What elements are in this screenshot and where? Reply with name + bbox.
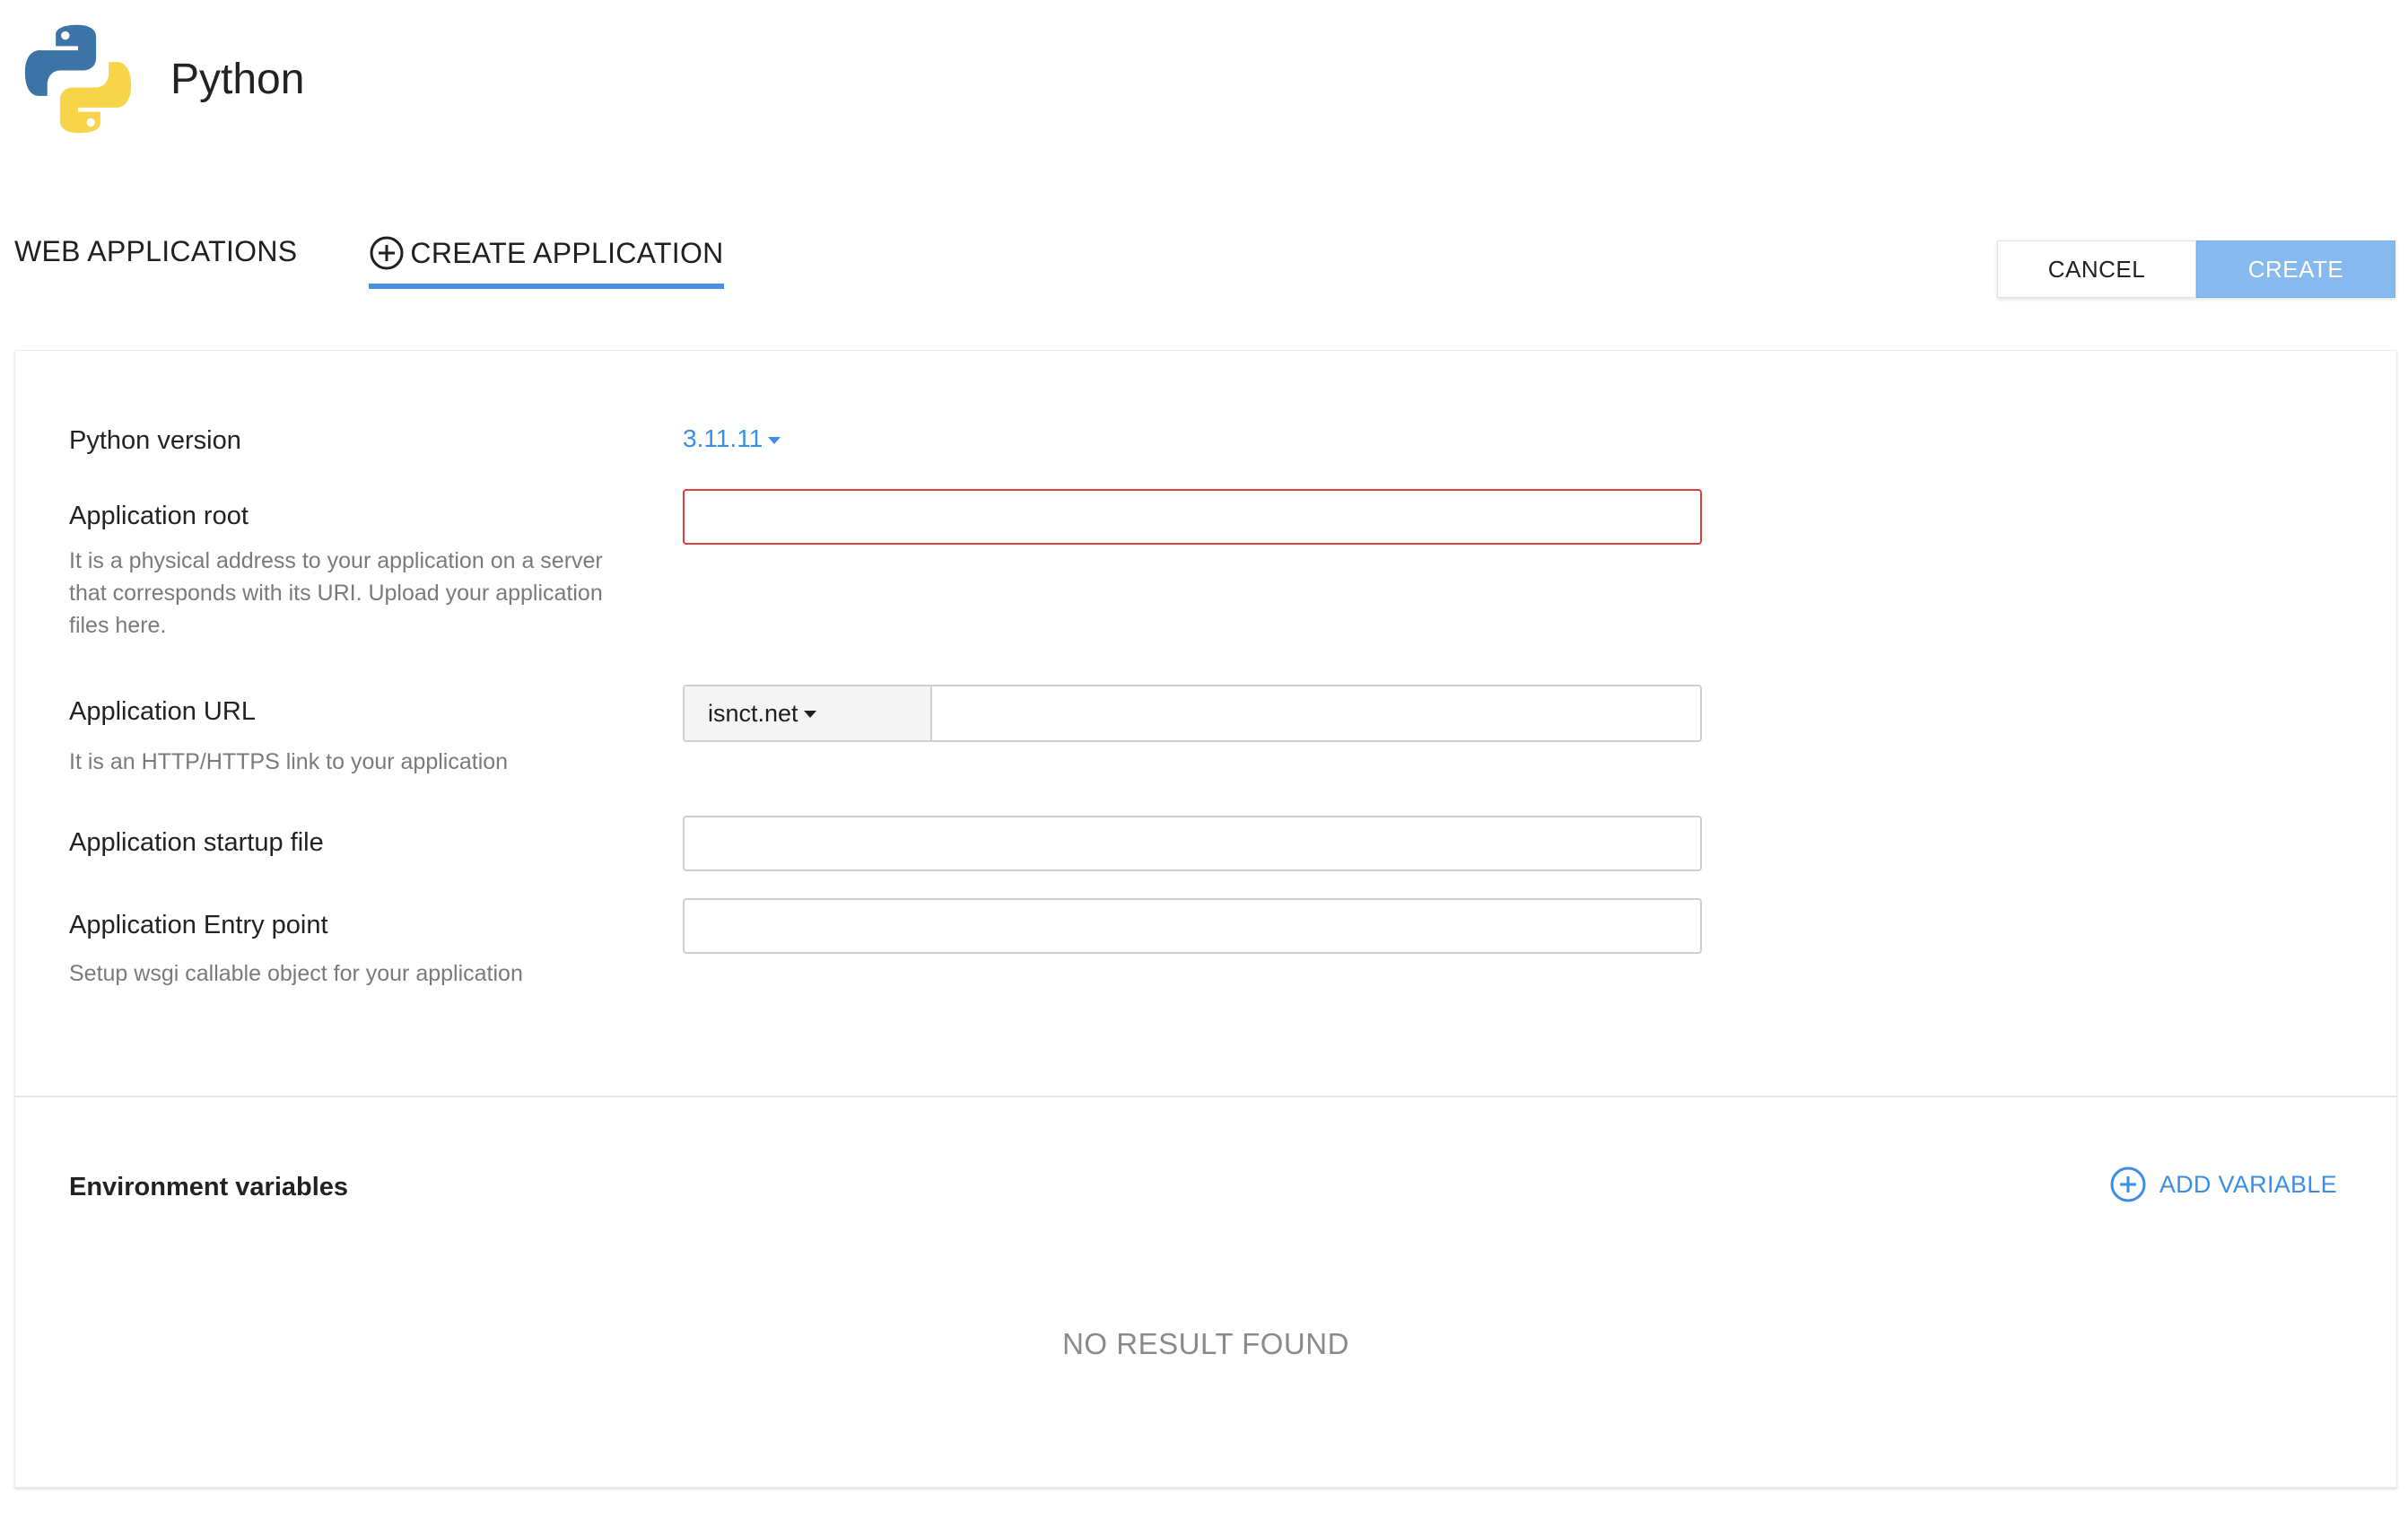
python-version-select[interactable]: 3.11.11	[683, 424, 781, 453]
app-url-label: Application URL	[69, 697, 256, 726]
app-root-hint: It is a physical address to your applica…	[69, 548, 603, 638]
plus-circle-icon	[2110, 1166, 2146, 1202]
page-title: Python	[170, 55, 305, 103]
tab-label: WEB APPLICATIONS	[14, 235, 298, 267]
app-root-label: Application root	[69, 502, 249, 530]
app-header: Python	[20, 20, 304, 138]
app-url-path-input[interactable]	[932, 686, 1700, 740]
application-form: Python version 3.11.11 Application root …	[15, 351, 2396, 1097]
environment-variables-title: Environment variables	[69, 1173, 349, 1201]
entry-point-input[interactable]	[683, 898, 1702, 954]
chevron-down-icon	[803, 711, 816, 718]
cancel-button[interactable]: CANCEL	[1997, 240, 2196, 298]
domain-value: isnct.net	[708, 699, 798, 727]
tab-create-application[interactable]: CREATE APPLICATION	[369, 235, 724, 289]
tab-web-applications[interactable]: WEB APPLICATIONS	[14, 235, 297, 281]
create-button[interactable]: CREATE	[2196, 240, 2395, 298]
tab-bar: WEB APPLICATIONS CREATE APPLICATION	[14, 235, 724, 289]
plus-circle-icon	[370, 236, 404, 270]
entry-point-label: Application Entry point	[69, 911, 328, 939]
python-version-value: 3.11.11	[683, 424, 763, 452]
add-variable-button[interactable]: ADD VARIABLE	[2109, 1166, 2337, 1203]
python-version-label: Python version	[69, 426, 241, 455]
tab-label: CREATE APPLICATION	[410, 236, 724, 269]
startup-file-input[interactable]	[683, 816, 1702, 871]
empty-state-text: NO RESULT FOUND	[1062, 1327, 1349, 1360]
app-url-field: isnct.net	[683, 685, 1702, 742]
form-actions: CANCEL CREATE	[1997, 240, 2395, 298]
entry-point-hint: Setup wsgi callable object for your appl…	[69, 961, 523, 986]
app-url-hint: It is an HTTP/HTTPS link to your applica…	[69, 749, 509, 774]
chevron-down-icon	[768, 437, 781, 444]
add-variable-label: ADD VARIABLE	[2159, 1170, 2337, 1198]
python-logo-icon	[24, 24, 132, 134]
create-application-card: Python version 3.11.11 Application root …	[14, 350, 2397, 1488]
startup-file-label: Application startup file	[69, 828, 324, 857]
app-root-input[interactable]	[683, 489, 1702, 545]
domain-select[interactable]: isnct.net	[685, 686, 932, 740]
